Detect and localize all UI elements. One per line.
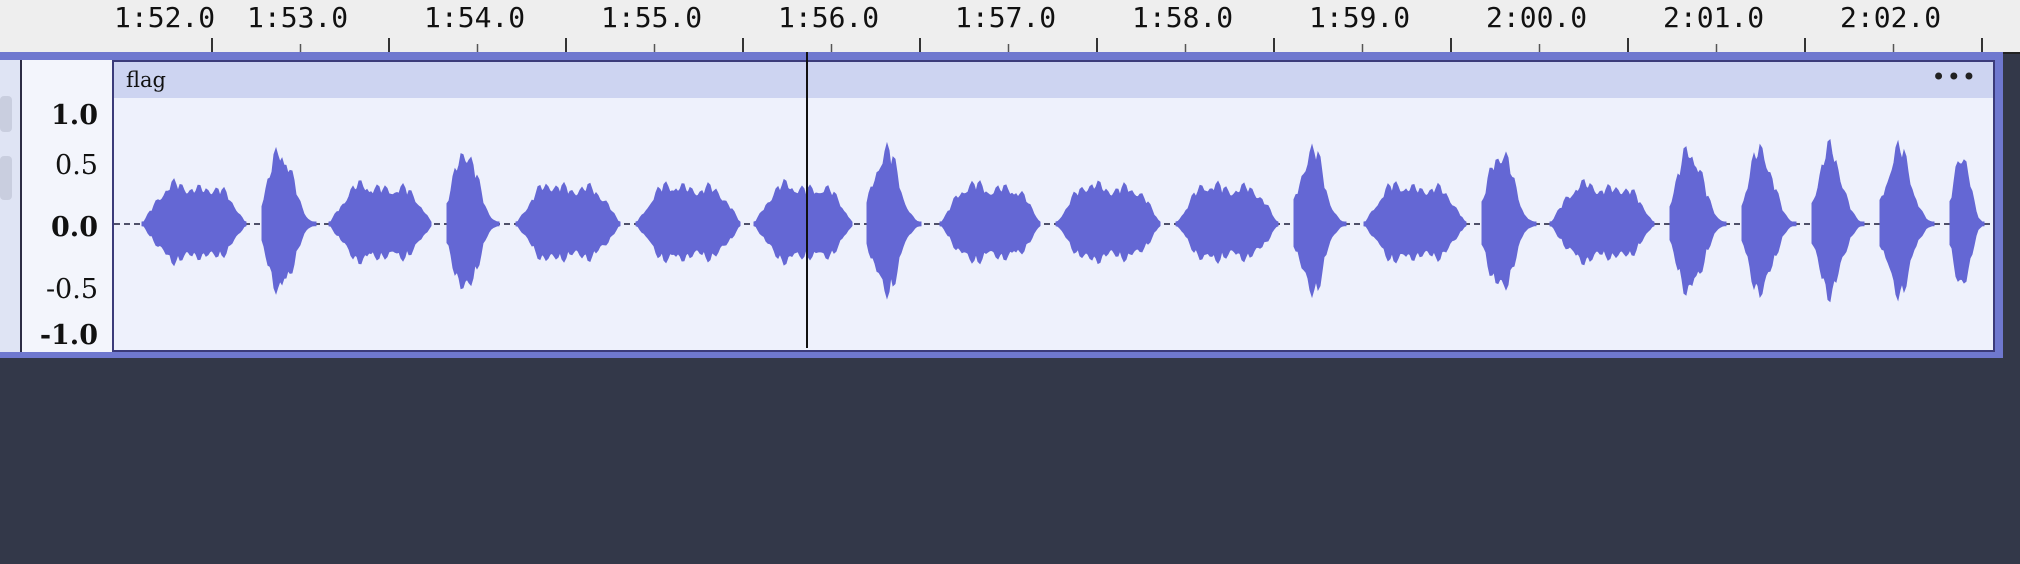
tick-label: 1:55.0	[601, 1, 703, 34]
clip-header[interactable]: flag •••	[114, 62, 1993, 98]
timeline-ruler[interactable]: 1:52.0 1:53.0 1:54.0 1:55.0 1:56.0 1:57.…	[0, 0, 2020, 54]
waveform-envelope	[141, 139, 1985, 303]
track-menu-button[interactable]	[0, 96, 12, 132]
tick-label: 1:58.0	[1132, 1, 1234, 34]
audio-clip[interactable]: flag •••	[112, 60, 1995, 352]
tick-label: 2:01.0	[1663, 1, 1765, 34]
clip-name: flag	[126, 68, 166, 92]
waveform[interactable]	[114, 98, 1993, 350]
audio-track: 1.0 0.5 0.0 -0.5 -1.0 flag •••	[0, 52, 2003, 358]
amplitude-label: -0.5	[45, 274, 98, 305]
amplitude-label: -1.0	[39, 320, 98, 351]
track-control-panel[interactable]	[0, 60, 22, 352]
tick-label: 1:56.0	[778, 1, 880, 34]
playhead-cursor[interactable]	[806, 52, 808, 348]
tick-label: 1:52.0	[114, 1, 216, 34]
tick-label: 1:54.0	[424, 1, 526, 34]
tick-label: 1:53.0	[247, 1, 349, 34]
amplitude-label: 1.0	[51, 100, 98, 131]
tick-label: 1:59.0	[1309, 1, 1411, 34]
tick-label: 1:57.0	[955, 1, 1057, 34]
clip-menu-button[interactable]: •••	[1932, 63, 1977, 91]
track-collapse-button[interactable]	[0, 156, 12, 200]
amplitude-label: 0.5	[55, 150, 98, 181]
tick-label: 2:02.0	[1840, 1, 1942, 34]
amplitude-label: 0.0	[51, 212, 98, 243]
amplitude-ruler[interactable]: 1.0 0.5 0.0 -0.5 -1.0	[22, 60, 114, 352]
tick-label: 2:00.0	[1486, 1, 1588, 34]
